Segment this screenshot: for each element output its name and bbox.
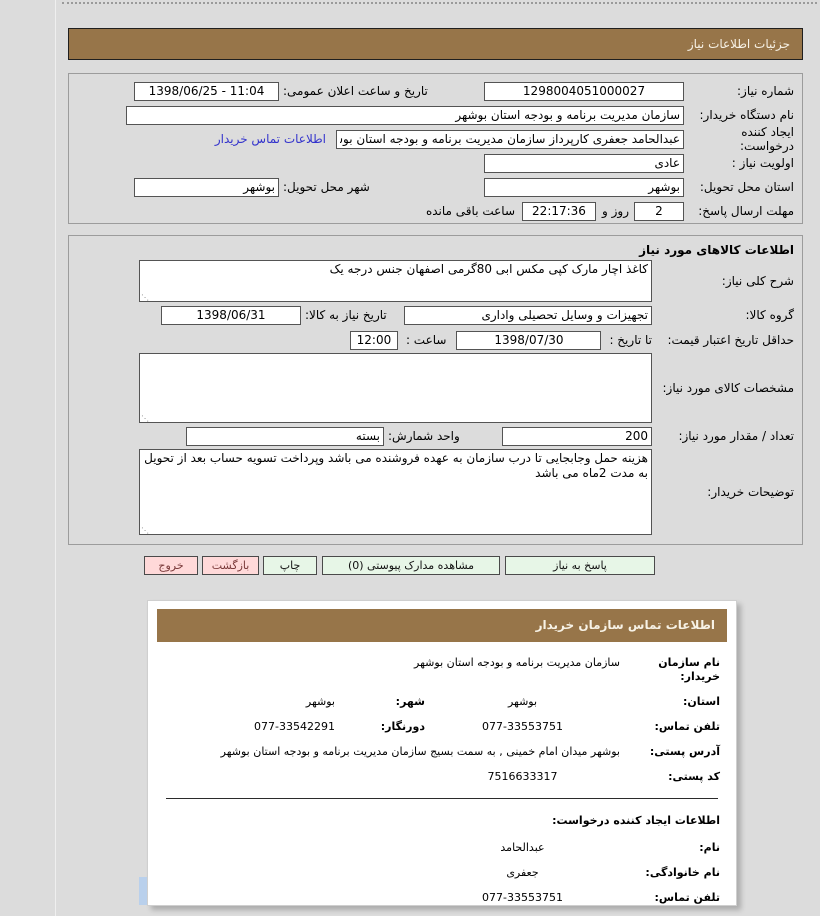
contact-city-label: شهر: <box>395 695 425 708</box>
quantity-row: تعداد / مقدار مورد نیاز: واحد شمارش: <box>77 424 794 448</box>
delivery-location-row: استان محل تحویل: شهر محل تحویل: <box>77 175 794 199</box>
publish-datetime-field[interactable] <box>134 81 279 101</box>
contact-fax-label: دورنگار: <box>380 720 425 733</box>
contact-phone-fax-row: تلفن تماس: 077-33553751 دورنگار: 077-335… <box>164 720 720 734</box>
need-number-label: شماره نیاز: <box>737 84 794 98</box>
need-number-row: شماره نیاز: تاریخ و ساعت اعلان عمومی: <box>77 79 794 103</box>
contact-org-row: نام سازمان خریدار: سازمان مدیریت برنامه … <box>164 656 720 684</box>
buyer-contact-link[interactable]: اطلاعات تماس خریدار <box>215 132 326 146</box>
hour-label: ساعت : <box>405 333 447 347</box>
exit-button[interactable]: خروج <box>144 556 198 575</box>
hour-field[interactable] <box>349 330 398 350</box>
request-creator-row: ایجاد کننده درخواست: اطلاعات تماس خریدار <box>77 125 794 153</box>
buyer-notes-textarea[interactable]: هزینه حمل وجابجایی تا درب سازمان به عهده… <box>139 449 652 535</box>
view-attachments-button[interactable]: مشاهده مدارک پیوستی (0) <box>322 556 500 575</box>
goods-group-field[interactable] <box>404 305 652 325</box>
contact-postal-label: کد پستی: <box>668 770 720 783</box>
contact-postal-row: کد پستی: 7516633317 <box>164 770 721 784</box>
priority-field[interactable] <box>484 153 684 173</box>
general-desc-textarea[interactable]: کاغذ اچار مارک کپی مکس ابی 80گرمی اصفهان… <box>139 260 652 302</box>
general-desc-label: شرح کلی نیاز: <box>721 274 794 288</box>
page-title: جزئیات اطلاعات نیاز <box>68 28 803 60</box>
creator-section-title: اطلاعات ایجاد کننده درخواست: <box>552 814 720 827</box>
until-date-field[interactable] <box>456 330 602 350</box>
creator-last-name-row: نام خانوادگی: جعفری <box>164 866 720 880</box>
contact-province-label: استان: <box>683 695 720 708</box>
buyer-org-row: نام دستگاه خریدار: <box>77 103 794 127</box>
deadline-time-field[interactable] <box>522 201 596 221</box>
need-number-field[interactable] <box>484 81 684 101</box>
contact-address-label: آدرس پستی: <box>649 745 720 758</box>
unit-field[interactable] <box>186 426 384 446</box>
deadline-label: مهلت ارسال پاسخ: <box>698 204 794 218</box>
contact-province-value: بوشهر <box>507 695 538 708</box>
price-validity-row: حداقل تاریخ اعتبار قیمت: تا تاریخ : ساعت… <box>77 328 794 352</box>
publish-datetime-label: تاریخ و ساعت اعلان عمومی: <box>283 84 428 98</box>
creator-first-name-label: نام: <box>699 841 720 854</box>
deadline-days-field[interactable] <box>634 201 684 221</box>
background-scrollbar-sliver <box>139 877 147 905</box>
creator-phone-row: تلفن تماس: 077-33553751 <box>164 891 720 905</box>
contact-popup-body: نام سازمان خریدار: سازمان مدیریت برنامه … <box>148 642 736 905</box>
general-desc-row: شرح کلی نیاز: کاغذ اچار مارک کپی مکس ابی… <box>77 260 794 302</box>
buyer-notes-row: توضیحات خریدار: هزینه حمل وجابجایی تا در… <box>77 449 794 535</box>
goods-section-title: اطلاعات کالاهای مورد نیاز <box>639 243 794 257</box>
goods-group-row: گروه کالا: تاریخ نیاز به کالا: <box>77 303 794 327</box>
need-date-field[interactable] <box>161 305 301 325</box>
buyer-org-field[interactable] <box>126 105 684 125</box>
response-deadline-row: مهلت ارسال پاسخ: روز و ساعت باقی مانده <box>77 199 794 223</box>
until-date-label: تا تاریخ : <box>609 333 652 347</box>
creator-last-name-label: نام خانوادگی: <box>645 866 720 879</box>
buyer-org-label: نام دستگاه خریدار: <box>699 108 795 122</box>
contact-phone-value: 077-33553751 <box>482 720 563 733</box>
contact-org-label: نام سازمان خریدار: <box>658 656 720 683</box>
need-date-label: تاریخ نیاز به کالا: <box>305 308 387 322</box>
specs-label: مشخصات کالای مورد نیاز: <box>662 381 794 395</box>
contact-city-value: بوشهر <box>305 695 335 708</box>
contact-divider <box>166 798 718 799</box>
action-button-bar: پاسخ به نیاز مشاهده مدارک پیوستی (0) چاپ… <box>144 556 655 575</box>
need-info-panel: شماره نیاز: تاریخ و ساعت اعلان عمومی: نا… <box>68 73 803 224</box>
contact-province-city-row: استان: بوشهر شهر: بوشهر <box>164 695 720 709</box>
delivery-province-field[interactable] <box>484 177 684 197</box>
request-creator-field[interactable] <box>336 129 684 149</box>
need-details-page: { "colors": { "header_bar": "#977549", "… <box>0 0 820 916</box>
creator-first-name-row: نام: عبدالحامد <box>164 841 720 855</box>
delivery-city-label: شهر محل تحویل: <box>283 180 370 194</box>
print-button[interactable]: چاپ <box>263 556 317 575</box>
contact-address-row: آدرس پستی: بوشهر میدان امام خمینی , به س… <box>164 745 720 759</box>
specs-textarea[interactable] <box>139 353 652 423</box>
page-left-rule <box>55 0 56 916</box>
contact-postal-value: 7516633317 <box>487 770 558 783</box>
quantity-label: تعداد / مقدار مورد نیاز: <box>678 429 794 443</box>
creator-last-name-value: جعفری <box>506 866 539 879</box>
contact-address-value: بوشهر میدان امام خمینی , به سمت بسیج ساز… <box>220 745 620 758</box>
top-dotted-divider <box>62 2 817 4</box>
buyer-contact-popup: اطلاعات تماس سازمان خریدار نام سازمان خر… <box>147 600 737 906</box>
request-creator-label: ایجاد کننده درخواست: <box>740 125 794 153</box>
creator-first-name-value: عبدالحامد <box>500 841 545 854</box>
back-button[interactable]: بازگشت <box>202 556 259 575</box>
goods-group-label: گروه کالا: <box>745 308 795 322</box>
goods-info-panel: اطلاعات کالاهای مورد نیاز شرح کلی نیاز: … <box>68 235 803 545</box>
respond-to-need-button[interactable]: پاسخ به نیاز <box>505 556 655 575</box>
priority-label: اولویت نیاز : <box>731 156 794 170</box>
deadline-suffix: ساعت باقی مانده <box>425 204 515 218</box>
creator-phone-label: تلفن تماس: <box>654 891 720 904</box>
creator-phone-value: 077-33553751 <box>482 891 563 904</box>
deadline-days-suffix: روز و <box>602 204 629 218</box>
specs-row: مشخصات کالای مورد نیاز: ⋰ <box>77 353 794 423</box>
priority-row: اولویت نیاز : <box>77 151 794 175</box>
contact-org-value: سازمان مدیریت برنامه و بودجه استان بوشهر <box>414 656 620 669</box>
delivery-province-label: استان محل تحویل: <box>699 180 794 194</box>
buyer-notes-label: توضیحات خریدار: <box>707 485 794 499</box>
price-validity-label: حداقل تاریخ اعتبار قیمت: <box>667 333 794 347</box>
contact-phone-label: تلفن تماس: <box>654 720 720 733</box>
contact-fax-value: 077-33542291 <box>254 720 335 733</box>
delivery-city-field[interactable] <box>134 177 279 197</box>
contact-popup-title: اطلاعات تماس سازمان خریدار <box>157 609 727 642</box>
unit-label: واحد شمارش: <box>388 429 460 443</box>
quantity-field[interactable] <box>502 426 652 446</box>
